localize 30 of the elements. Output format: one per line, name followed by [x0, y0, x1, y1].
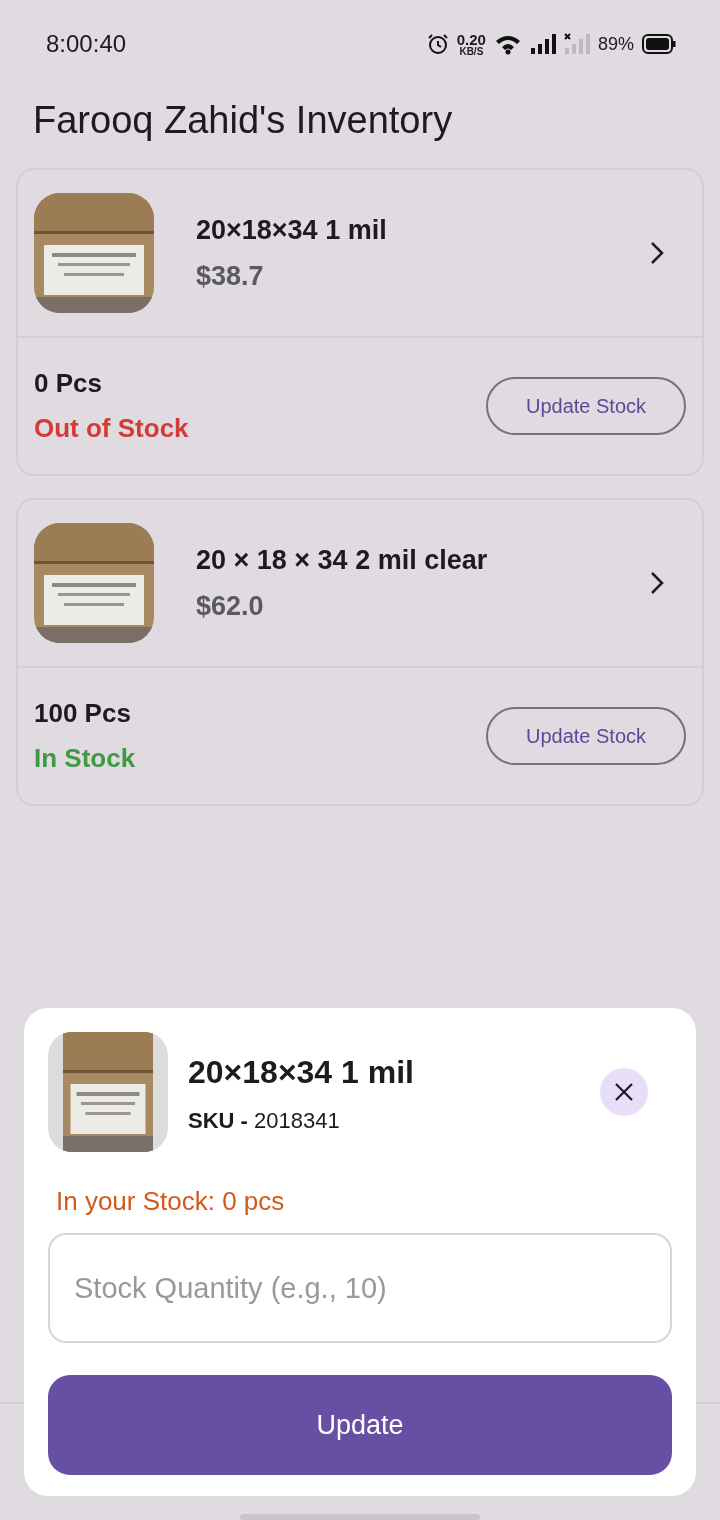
sku-text: SKU - 2018341: [188, 1106, 341, 1135]
stock-status: Out of Stock: [34, 412, 189, 445]
chevron-right-icon[interactable]: [650, 241, 664, 265]
battery-percent: 89%: [597, 32, 634, 56]
signal-icon: [529, 33, 556, 55]
speed-unit: KB/S: [459, 46, 484, 57]
stock-note: In your Stock: 0 pcs: [56, 1185, 286, 1218]
product-name: 20 × 18 × 34 2 mil clear: [196, 543, 489, 577]
update-button[interactable]: Update: [48, 1375, 672, 1475]
stock-status: In Stock: [34, 742, 136, 775]
battery-icon: [642, 34, 676, 54]
page-title: Farooq Zahid's Inventory: [32, 98, 454, 143]
product-card[interactable]: 20×18×34 1 mil $38.7 0 Pcs Out of Stock Update Stock: [16, 168, 704, 476]
product-price: $62.0: [196, 590, 265, 623]
status-time: 8:00:40: [46, 29, 127, 59]
update-stock-button[interactable]: Update Stock: [486, 707, 686, 765]
product-name: 20×18×34 1 mil: [196, 213, 388, 247]
close-button[interactable]: [600, 1068, 648, 1116]
network-speed: 0.20: [456, 31, 486, 47]
stock-quantity: 100 Pcs: [34, 697, 132, 730]
product-price: $38.7: [196, 260, 265, 293]
chevron-right-icon[interactable]: [650, 571, 664, 595]
update-stock-button[interactable]: Update Stock: [486, 377, 686, 435]
no-signal-icon: [563, 33, 590, 55]
sheet-product-name: 20×18×34 1 mil: [188, 1052, 415, 1092]
product-card[interactable]: 20 × 18 × 34 2 mil clear $62.0 100 Pcs In Stock Update Stock: [16, 498, 704, 806]
stock-quantity-field[interactable]: Stock Quantity (e.g., 10): [48, 1233, 672, 1343]
stock-quantity: 0 Pcs: [34, 367, 103, 400]
close-icon: [614, 1082, 634, 1102]
alarm-icon: [426, 33, 449, 55]
